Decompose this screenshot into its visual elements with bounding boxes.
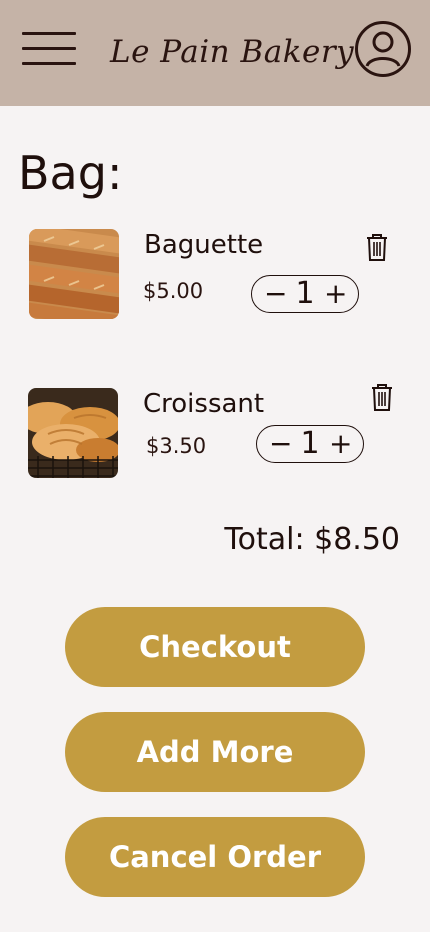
item-price-croissant: $3.50	[146, 434, 207, 458]
item-price-baguette: $5.00	[143, 279, 204, 303]
bag-title: Bag:	[18, 146, 123, 200]
cancel-order-button[interactable]: Cancel Order	[65, 817, 365, 897]
increment-button[interactable]: +	[324, 280, 347, 308]
trash-icon[interactable]	[364, 232, 390, 262]
checkout-button[interactable]: Checkout	[65, 607, 365, 687]
hamburger-menu-icon[interactable]	[22, 30, 76, 68]
croissant-photo	[28, 388, 118, 478]
quantity-stepper: − 1 +	[251, 275, 359, 313]
decrement-button[interactable]: −	[269, 430, 292, 458]
trash-icon[interactable]	[369, 382, 395, 412]
quantity-value: 1	[295, 276, 315, 311]
baguette-photo	[29, 229, 119, 319]
add-more-button[interactable]: Add More	[65, 712, 365, 792]
item-name-baguette: Baguette	[144, 230, 264, 260]
order-total: Total: $8.50	[224, 522, 400, 557]
increment-button[interactable]: +	[329, 430, 352, 458]
user-profile-icon[interactable]	[354, 20, 412, 78]
quantity-value: 1	[300, 426, 320, 461]
item-name-croissant: Croissant	[143, 389, 265, 419]
quantity-stepper: − 1 +	[256, 425, 364, 463]
brand-logo: Le Pain Bakery	[110, 34, 355, 70]
decrement-button[interactable]: −	[264, 280, 287, 308]
app-header: Le Pain Bakery	[0, 0, 430, 106]
